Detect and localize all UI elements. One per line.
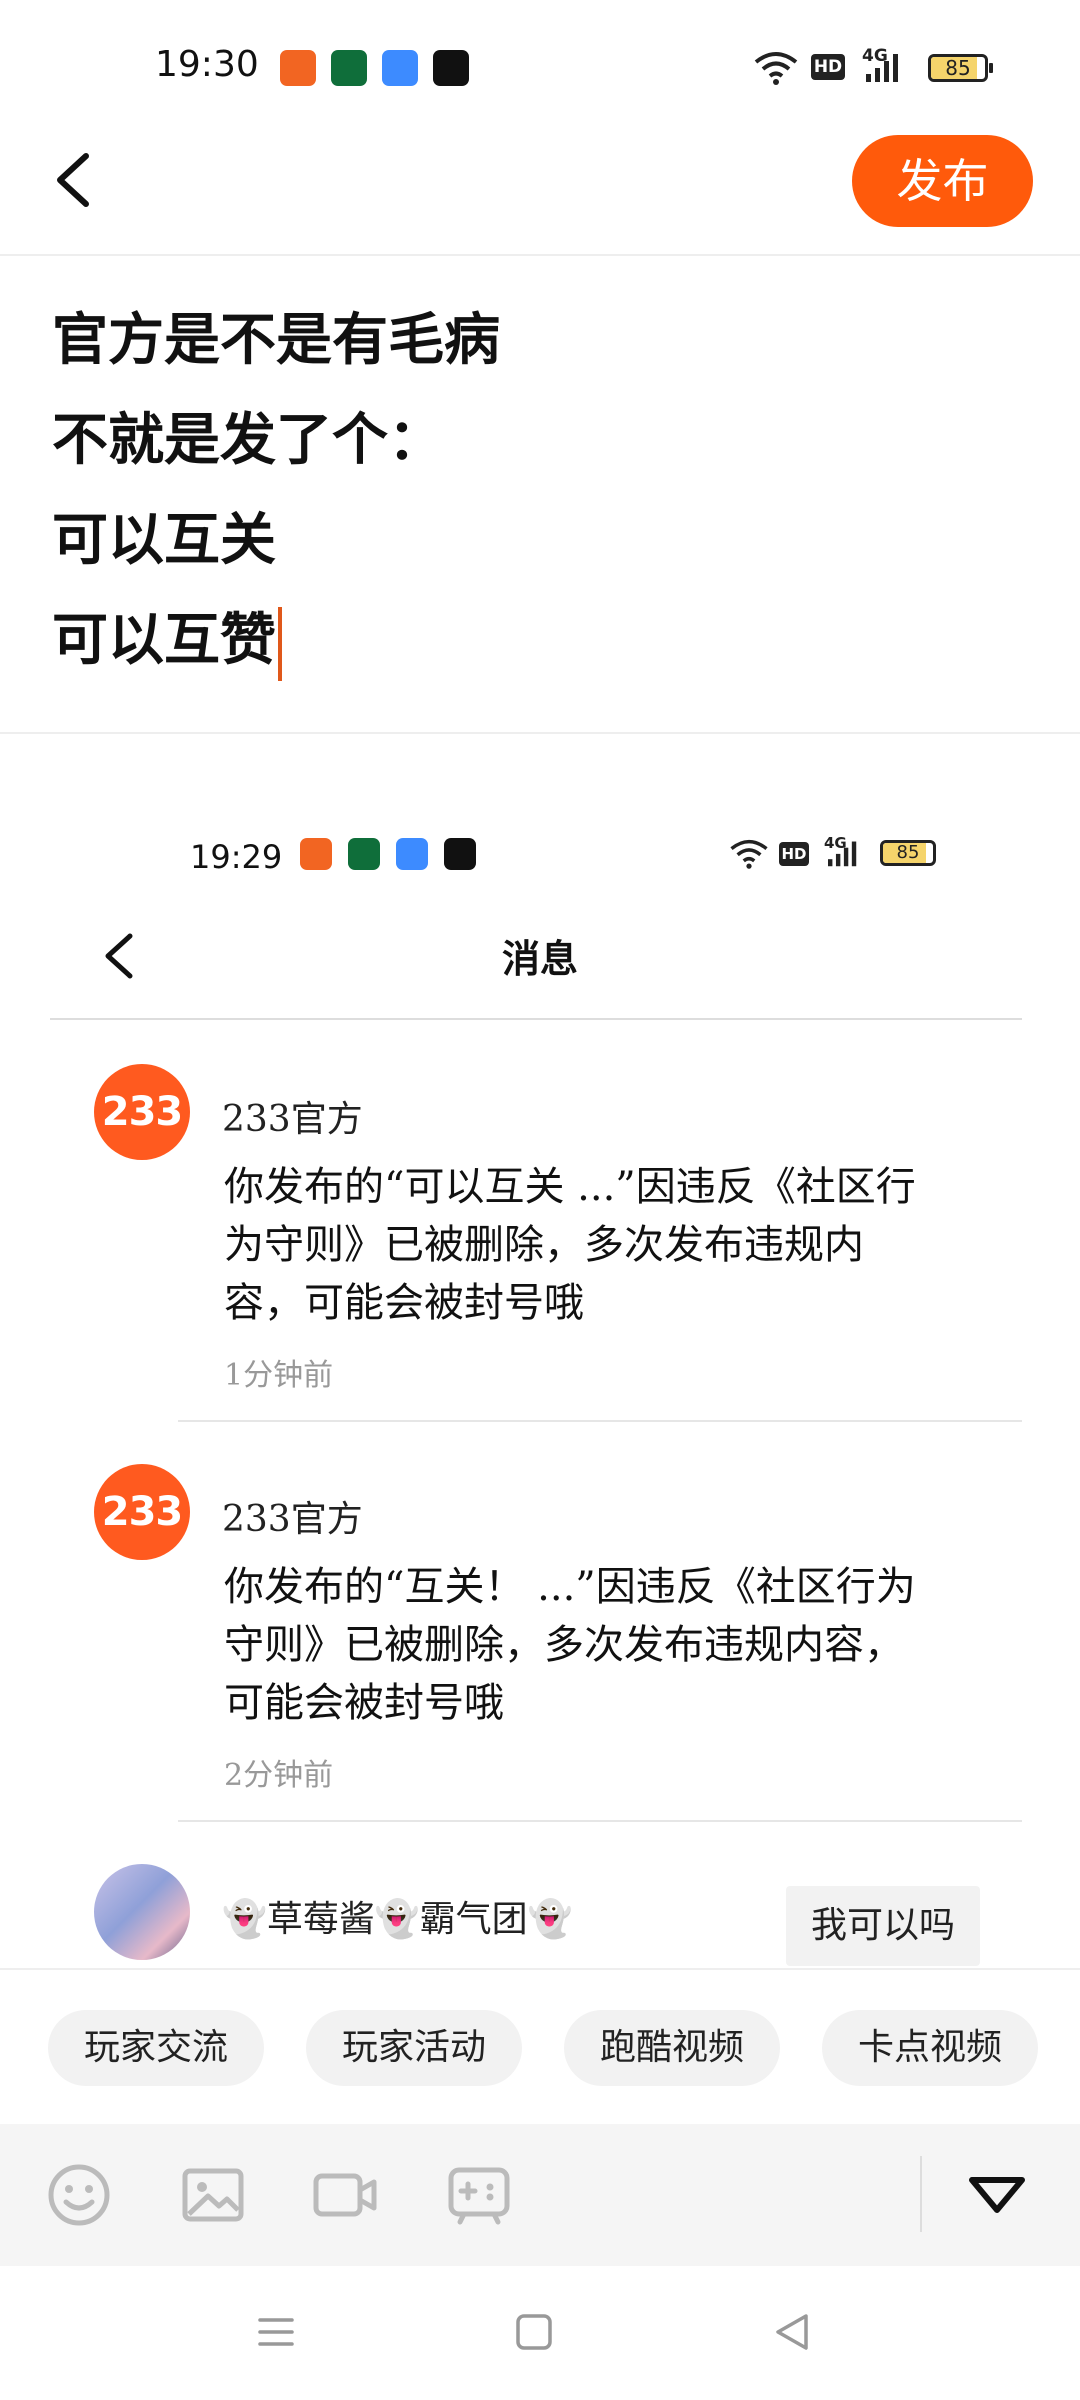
image-icon[interactable] — [180, 2162, 246, 2228]
embedded-cloud-icon — [396, 838, 428, 870]
back-nav-icon[interactable] — [772, 2312, 812, 2352]
post-line-text: 可以互赞 — [52, 607, 276, 673]
hd-indicator: HD — [811, 54, 845, 80]
status-time: 19:30 — [155, 44, 259, 85]
message-text: 你发布的“可以互关 ...”因违反《社区行为守则》已被删除，多次发布违规内容，可… — [224, 1164, 916, 1326]
cloud-app-icon — [382, 50, 418, 86]
wifi-icon — [754, 52, 798, 85]
embedded-oppo-icon — [348, 838, 380, 870]
oppo-app-icon — [331, 50, 367, 86]
embedded-app-icon — [300, 838, 332, 870]
message-divider — [178, 1420, 1022, 1422]
post-line: 可以互关 — [52, 507, 276, 573]
message-time: 2分钟前 — [224, 1758, 334, 1793]
publish-button[interactable]: 发布 — [852, 135, 1033, 227]
tag-chip[interactable]: 玩家交流 — [48, 2010, 265, 2086]
official-avatar: 233 — [94, 1464, 190, 1560]
post-line: 官方是不是有毛病 — [52, 307, 500, 373]
compose-toolbar — [0, 2124, 1080, 2266]
user-avatar — [94, 1864, 190, 1960]
tag-chip[interactable]: 玩家活动 — [306, 2010, 523, 2086]
app-notification-icon — [280, 50, 316, 86]
video-icon[interactable] — [312, 2162, 378, 2228]
post-line: 不就是发了个： — [52, 407, 444, 473]
tag-chip[interactable]: 卡点视频 — [822, 2010, 1039, 2086]
embedded-record-icon — [444, 838, 476, 870]
gamepad-icon[interactable] — [446, 2162, 512, 2228]
system-nav-bar — [0, 2266, 1080, 2400]
topic-tags-bar: 玩家交流 玩家活动 跑酷视频 卡点视频 — [0, 1968, 1080, 2124]
text-caret — [278, 607, 282, 682]
message-preview: 我可以吗 — [786, 1886, 980, 1966]
message-divider — [178, 1820, 1022, 1822]
collapse-icon[interactable] — [964, 2162, 1030, 2228]
embedded-status-time: 19:29 — [190, 838, 283, 876]
battery-nub — [989, 63, 993, 73]
embedded-battery-icon: 85 — [880, 840, 936, 866]
message-sender: 233官方 — [222, 1499, 363, 1540]
tag-chip[interactable]: 跑酷视频 — [564, 2010, 781, 2086]
embedded-title-divider — [50, 1018, 1022, 1020]
message-sender: 👻草莓酱👻霸气团👻 — [222, 1899, 573, 1940]
header-divider — [0, 254, 1080, 256]
post-line-last: 可以互赞 — [52, 590, 1032, 690]
embedded-hd-indicator: HD — [779, 842, 809, 866]
menu-icon[interactable] — [256, 2312, 296, 2352]
message-time: 1分钟前 — [224, 1358, 334, 1393]
official-avatar: 233 — [94, 1064, 190, 1160]
post-text-editor[interactable]: 官方是不是有毛病 不就是发了个： 可以互关 可以互赞 — [52, 290, 1032, 690]
embedded-signal-icon — [828, 841, 857, 867]
embedded-page-title: 消息 — [501, 937, 578, 981]
battery-icon: 85 — [928, 54, 988, 82]
message-sender: 233官方 — [222, 1099, 363, 1140]
home-icon[interactable] — [514, 2312, 554, 2352]
embedded-wifi-icon — [730, 839, 768, 869]
screen-record-icon — [433, 50, 469, 86]
emoji-icon[interactable] — [46, 2162, 112, 2228]
toolbar-divider — [920, 2156, 922, 2232]
editor-divider — [0, 732, 1080, 734]
back-chevron-icon[interactable] — [50, 150, 94, 210]
signal-icon — [866, 54, 898, 82]
message-text: 你发布的“互关！ ...”因违反《社区行为守则》已被删除，多次发布违规内容，可能… — [224, 1564, 916, 1726]
